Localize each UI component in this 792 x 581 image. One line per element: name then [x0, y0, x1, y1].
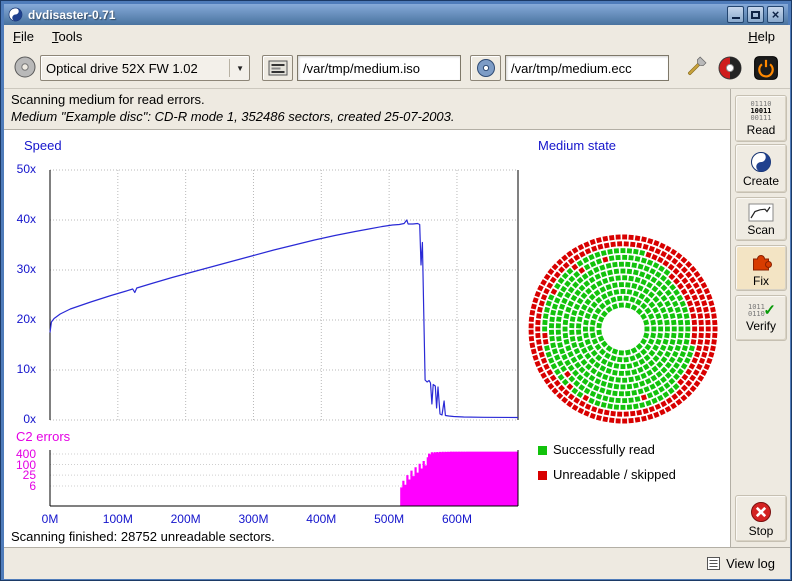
status-line-2: Medium "Example disc": CD-R mode 1, 3524… [11, 109, 455, 124]
client-area: File Tools Help Optical drive 52X FW 1.0… [4, 25, 790, 579]
app-icon [8, 7, 23, 22]
scan-result-text: Scanning finished: 28752 unreadable sect… [11, 529, 275, 544]
read-button[interactable]: 01110 10011 00111 Read [735, 95, 787, 142]
legend-read-label: Successfully read [553, 442, 655, 457]
axis-tick-label: 300M [233, 512, 273, 526]
image-file-icon [268, 60, 288, 76]
create-label: Create [743, 175, 779, 187]
minimize-icon [732, 17, 740, 19]
toolbar: Optical drive 52X FW 1.02 ▼ [4, 47, 790, 89]
log-icon [707, 557, 720, 570]
speed-chart-title: Speed [24, 138, 62, 153]
axis-tick-label: 100M [98, 512, 138, 526]
verify-button[interactable]: 1011 0110 ✓ Verify [735, 295, 787, 341]
chevron-down-icon: ▼ [229, 59, 244, 77]
drive-select[interactable]: Optical drive 52X FW 1.02 ▼ [40, 55, 250, 81]
minimize-button[interactable] [727, 6, 744, 23]
chart-panel: Speed Medium state C2 errors Successfull… [4, 129, 730, 547]
logo-button[interactable] [715, 53, 745, 83]
fix-button[interactable]: Fix [735, 245, 787, 291]
fix-icon [749, 249, 773, 273]
status-header: Scanning medium for read errors. Medium … [4, 89, 730, 129]
axis-tick-label: 10x [6, 362, 36, 376]
power-icon [753, 55, 779, 81]
window-controls: × [727, 6, 784, 23]
axis-tick-label: 0x [6, 412, 36, 426]
menu-file[interactable]: File [4, 26, 43, 47]
stop-icon [750, 501, 772, 523]
c2-errors-title: C2 errors [16, 429, 70, 444]
create-button[interactable]: Create [735, 144, 787, 193]
axis-tick-label: 400M [301, 512, 341, 526]
axis-tick-label: 500M [369, 512, 409, 526]
menubar: File Tools Help [4, 25, 790, 47]
status-line-1: Scanning medium for read errors. [11, 92, 205, 107]
wrench-icon [682, 55, 708, 81]
read-label: Read [747, 124, 776, 136]
fix-label: Fix [753, 275, 769, 287]
action-sidebar: 01110 10011 00111 Read Create [730, 89, 790, 547]
legend-unreadable-label: Unreadable / skipped [553, 467, 676, 482]
ecc-file-button[interactable] [470, 55, 501, 81]
app-window: dvdisaster-0.71 × File Tools Help Optica… [0, 0, 792, 581]
quit-button[interactable] [751, 53, 781, 83]
verify-label: Verify [746, 320, 776, 332]
menu-tools[interactable]: Tools [43, 26, 91, 47]
maximize-button[interactable] [747, 6, 764, 23]
image-file-input[interactable] [297, 55, 461, 81]
read-icon: 01110 10011 00111 [750, 101, 771, 122]
create-icon [750, 151, 772, 173]
check-icon: ✓ [763, 304, 776, 318]
titlebar[interactable]: dvdisaster-0.71 × [4, 4, 788, 25]
medium-state-title: Medium state [538, 138, 616, 153]
drive-icon [12, 54, 38, 80]
ecc-file-input[interactable] [505, 55, 669, 81]
ecc-file-icon [476, 58, 496, 78]
scan-icon [748, 203, 774, 222]
scan-label: Scan [747, 224, 774, 236]
axis-tick-label: 400 [6, 447, 36, 461]
axis-tick-label: 30x [6, 262, 36, 276]
axis-tick-label: 50x [6, 162, 36, 176]
axis-tick-label: 200M [166, 512, 206, 526]
stop-button[interactable]: Stop [735, 495, 787, 542]
axis-tick-label: 600M [437, 512, 477, 526]
axis-tick-label: 20x [6, 312, 36, 326]
dvdisaster-logo-icon [717, 55, 743, 81]
preferences-button[interactable] [680, 53, 710, 83]
axis-tick-label: 40x [6, 212, 36, 226]
close-button[interactable]: × [767, 6, 784, 23]
view-log-label: View log [726, 556, 775, 571]
maximize-icon [751, 11, 760, 19]
window-title: dvdisaster-0.71 [28, 8, 722, 22]
verify-icon: 1011 0110 ✓ [746, 304, 776, 318]
speed-chart [40, 160, 522, 428]
drive-select-value: Optical drive 52X FW 1.02 [46, 61, 225, 76]
axis-tick-label: 0M [30, 512, 70, 526]
legend-unreadable-swatch [538, 471, 547, 480]
c2-errors-chart [40, 446, 522, 512]
close-icon: × [772, 8, 780, 21]
bottom-bar: View log [4, 547, 790, 579]
legend-read-swatch [538, 446, 547, 455]
stop-label: Stop [749, 525, 774, 537]
medium-state-disc [523, 229, 723, 429]
menu-help[interactable]: Help [739, 26, 784, 47]
scan-button[interactable]: Scan [735, 197, 787, 241]
image-file-button[interactable] [262, 55, 293, 81]
view-log-button[interactable]: View log [702, 553, 780, 574]
